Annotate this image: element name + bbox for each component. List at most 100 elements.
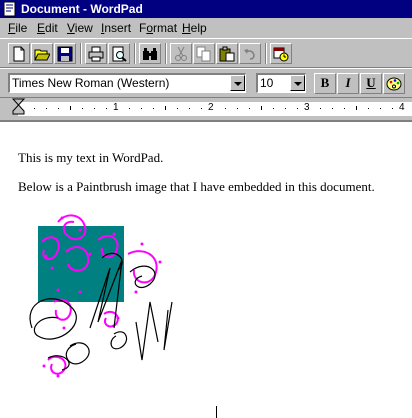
insert-date-time-button[interactable] — [270, 43, 292, 64]
ruler-dot — [332, 108, 333, 109]
ruler-dot — [297, 108, 298, 109]
italic-icon: I — [345, 75, 351, 90]
window-title: Document - WordPad — [21, 2, 143, 16]
open-button[interactable] — [31, 43, 53, 64]
ruler-dot — [249, 108, 250, 109]
menu-bar: File Edit View Insert Format Help — [0, 18, 412, 38]
paste-icon — [219, 46, 235, 62]
menu-file-rest: ile — [15, 21, 28, 35]
menu-insert[interactable]: Insert — [101, 21, 131, 35]
copy-icon — [196, 46, 211, 62]
format-bar: Times New Roman (Western) 10 B I U — [0, 68, 412, 98]
copy-button[interactable] — [193, 43, 215, 64]
cut-button[interactable] — [170, 43, 192, 64]
ruler-dot — [34, 108, 35, 109]
print-icon — [88, 46, 104, 62]
menu-insert-rest: nsert — [104, 21, 132, 35]
ruler-half-tick — [165, 106, 166, 110]
open-icon — [34, 49, 50, 61]
wordpad-app-icon[interactable] — [2, 1, 18, 17]
document-line-1: This is my text in WordPad. — [18, 150, 164, 165]
font-size-select[interactable]: 10 — [256, 73, 306, 93]
undo-icon — [244, 49, 255, 60]
font-size-value: 10 — [260, 76, 274, 90]
ruler-dot — [273, 108, 274, 109]
italic-button[interactable]: I — [337, 73, 359, 94]
embedded-paintbrush-image[interactable] — [18, 210, 188, 380]
ruler-dot — [368, 108, 369, 109]
ruler-dot — [392, 108, 393, 109]
bold-icon: B — [320, 75, 330, 90]
menu-edit[interactable]: Edit — [37, 21, 58, 35]
underline-icon: U — [366, 75, 376, 90]
ruler-dot — [344, 108, 345, 109]
print-preview-button[interactable] — [108, 43, 130, 64]
print-preview-icon — [112, 46, 127, 62]
menu-format[interactable]: Format — [139, 21, 177, 35]
toolbar-separator — [165, 43, 167, 64]
menu-view[interactable]: View — [67, 21, 93, 35]
color-palette-icon — [386, 77, 402, 91]
menu-help-rest: elp — [190, 21, 207, 35]
menu-edit-rest: dit — [45, 21, 58, 35]
new-icon — [13, 46, 25, 62]
ruler: 1 2 3 4 — [0, 98, 412, 120]
ruler-dot — [129, 108, 130, 109]
paste-button[interactable] — [216, 43, 238, 64]
ruler-dot — [380, 108, 381, 109]
save-button[interactable] — [54, 43, 76, 64]
ruler-strip — [18, 102, 412, 116]
ruler-dot — [177, 108, 178, 109]
font-name-select[interactable]: Times New Roman (Western) — [8, 73, 246, 93]
ruler-half-tick — [356, 106, 357, 110]
ruler-number: 2 — [208, 102, 214, 113]
ruler-half-tick — [70, 106, 71, 110]
ruler-dot — [189, 108, 190, 109]
ruler-dot — [141, 108, 142, 109]
ruler-dot — [82, 108, 83, 109]
new-button[interactable] — [8, 43, 30, 64]
ruler-dot — [153, 108, 154, 109]
underline-button[interactable]: U — [360, 73, 382, 94]
ruler-dot — [225, 108, 226, 109]
font-name-value: Times New Roman (Western) — [12, 76, 170, 90]
toolbar-separator — [265, 43, 267, 64]
undo-button[interactable] — [239, 43, 261, 64]
ruler-number: 1 — [113, 102, 119, 113]
save-icon — [57, 46, 73, 62]
ruler-dot — [201, 108, 202, 109]
left-indent-marker-icon[interactable] — [12, 98, 26, 120]
menu-view-rest: iew — [74, 21, 93, 35]
chevron-down-icon[interactable] — [230, 75, 245, 91]
menu-file[interactable]: File — [8, 21, 27, 35]
text-caret — [216, 406, 217, 418]
document-area[interactable]: This is my text in WordPad. Below is a P… — [0, 120, 412, 418]
menu-view-accel: V — [67, 21, 75, 35]
menu-edit-accel: E — [37, 21, 46, 35]
toolbar-separator — [80, 43, 82, 64]
ruler-number: 3 — [304, 102, 310, 113]
ruler-dot — [106, 108, 107, 109]
ruler-dot — [94, 108, 95, 109]
menu-help-accel: H — [182, 21, 191, 35]
find-button[interactable] — [139, 43, 161, 64]
ruler-number: 4 — [399, 102, 405, 113]
title-bar[interactable]: Document - WordPad — [0, 0, 412, 18]
chevron-down-icon[interactable] — [290, 75, 305, 91]
bold-button[interactable]: B — [314, 73, 336, 94]
color-button[interactable] — [383, 73, 405, 94]
ruler-dot — [285, 108, 286, 109]
menu-format-rest: rmat — [153, 21, 178, 35]
menu-help[interactable]: Help — [182, 21, 207, 35]
insert-date-time-icon — [273, 47, 289, 62]
find-icon — [143, 48, 157, 60]
standard-toolbar — [0, 38, 412, 68]
document-line-2: Below is a Paintbrush image that I have … — [18, 179, 375, 194]
ruler-dot — [58, 108, 59, 109]
ruler-dot — [320, 108, 321, 109]
cut-icon — [175, 46, 187, 61]
toolbar-separator — [134, 43, 136, 64]
ruler-half-tick — [261, 106, 262, 110]
print-button[interactable] — [85, 43, 107, 64]
ruler-dot — [46, 108, 47, 109]
